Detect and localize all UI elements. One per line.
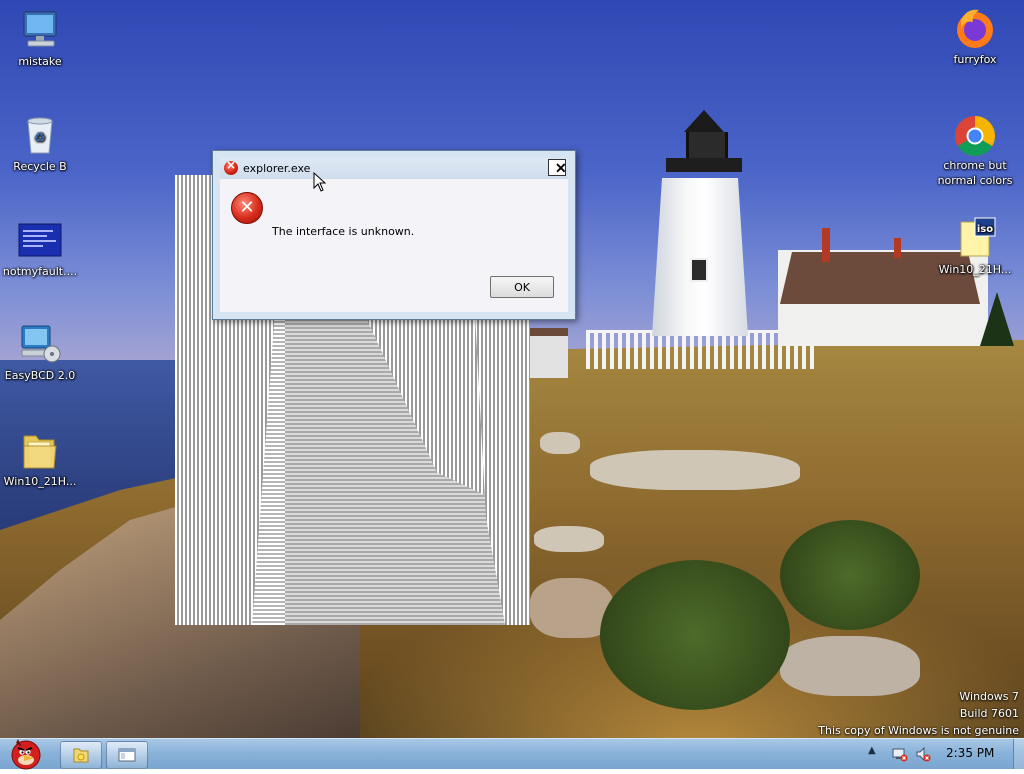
wallpaper-chimney xyxy=(822,228,830,262)
wallpaper-chimney xyxy=(894,238,901,258)
angry-bird-icon xyxy=(11,739,41,770)
watermark-build: Build 7601 xyxy=(959,707,1019,720)
folder-icon xyxy=(18,428,62,472)
taskbar-explorer-button[interactable] xyxy=(60,741,102,769)
error-small-icon xyxy=(224,158,238,175)
wallpaper-boulder xyxy=(534,526,604,552)
start-button[interactable] xyxy=(4,733,48,771)
recycle-bin-icon: ♻ xyxy=(18,113,62,157)
desktop-icon-win10-folder[interactable]: Win10_21H... xyxy=(0,428,80,489)
chrome-icon xyxy=(953,112,997,156)
desktop-icon-easybcd[interactable]: EasyBCD 2.0 xyxy=(0,322,80,383)
wallpaper-boulder xyxy=(590,450,800,490)
show-desktop-button[interactable] xyxy=(1013,739,1024,769)
desktop-icon-win10-iso[interactable]: iso Win10_21H... xyxy=(935,216,1015,277)
windows-watermark: Windows 7 Build 7601 This copy of Window… xyxy=(818,688,1019,739)
ok-button[interactable]: OK xyxy=(490,276,554,298)
dialog-body: The interface is unknown. OK xyxy=(220,179,568,312)
desktop-icon-mistake[interactable]: mistake xyxy=(0,8,80,69)
desktop-icon-chrome[interactable]: chrome but normal colors xyxy=(935,112,1015,188)
explorer-folder-icon xyxy=(73,748,89,763)
close-button[interactable]: ✕ xyxy=(548,159,567,176)
wallpaper-boulder xyxy=(780,636,920,696)
iso-badge: iso xyxy=(977,224,993,235)
bsod-thumbnail-icon xyxy=(18,218,62,262)
desktop-icon-notmyfault[interactable]: notmyfault.... xyxy=(0,218,80,279)
wallpaper-boulder xyxy=(540,432,580,454)
network-error-icon[interactable] xyxy=(892,746,908,762)
taskbar-window-button[interactable] xyxy=(106,741,148,769)
taskbar-clock[interactable]: 2:35 PM xyxy=(946,746,994,760)
desktop-icon-recycle-bin[interactable]: ♻ Recycle B xyxy=(0,113,80,174)
dialog-message: The interface is unknown. xyxy=(272,225,415,238)
wallpaper-shrub xyxy=(780,520,920,630)
watermark-genuine: This copy of Windows is not genuine xyxy=(818,724,1019,737)
dialog-titlebar[interactable]: explorer.exe ✕ xyxy=(220,158,568,179)
computer-icon xyxy=(18,8,62,52)
wallpaper-shed xyxy=(530,328,568,378)
volume-muted-icon[interactable] xyxy=(915,746,931,762)
show-hidden-icons-arrow[interactable]: ▲ xyxy=(868,745,876,756)
wallpaper-shrub xyxy=(600,560,790,710)
wallpaper-lighthouse-lantern xyxy=(666,110,742,186)
iso-file-icon: iso xyxy=(953,216,997,260)
wallpaper-lighthouse xyxy=(652,178,748,336)
desktop-icon-furryfox[interactable]: furryfox xyxy=(935,6,1015,67)
taskbar: ▲ 2:35 PM xyxy=(0,738,1024,770)
watermark-os: Windows 7 xyxy=(959,690,1019,703)
window-icon xyxy=(118,748,136,762)
easybcd-icon xyxy=(18,322,62,366)
dialog-title: explorer.exe xyxy=(243,162,311,175)
firefox-icon xyxy=(953,6,997,50)
error-dialog: explorer.exe ✕ The interface is unknown.… xyxy=(212,150,576,320)
error-icon xyxy=(231,192,263,224)
wallpaper-lighthouse-window xyxy=(690,258,708,282)
svg-text:♻: ♻ xyxy=(34,131,46,146)
